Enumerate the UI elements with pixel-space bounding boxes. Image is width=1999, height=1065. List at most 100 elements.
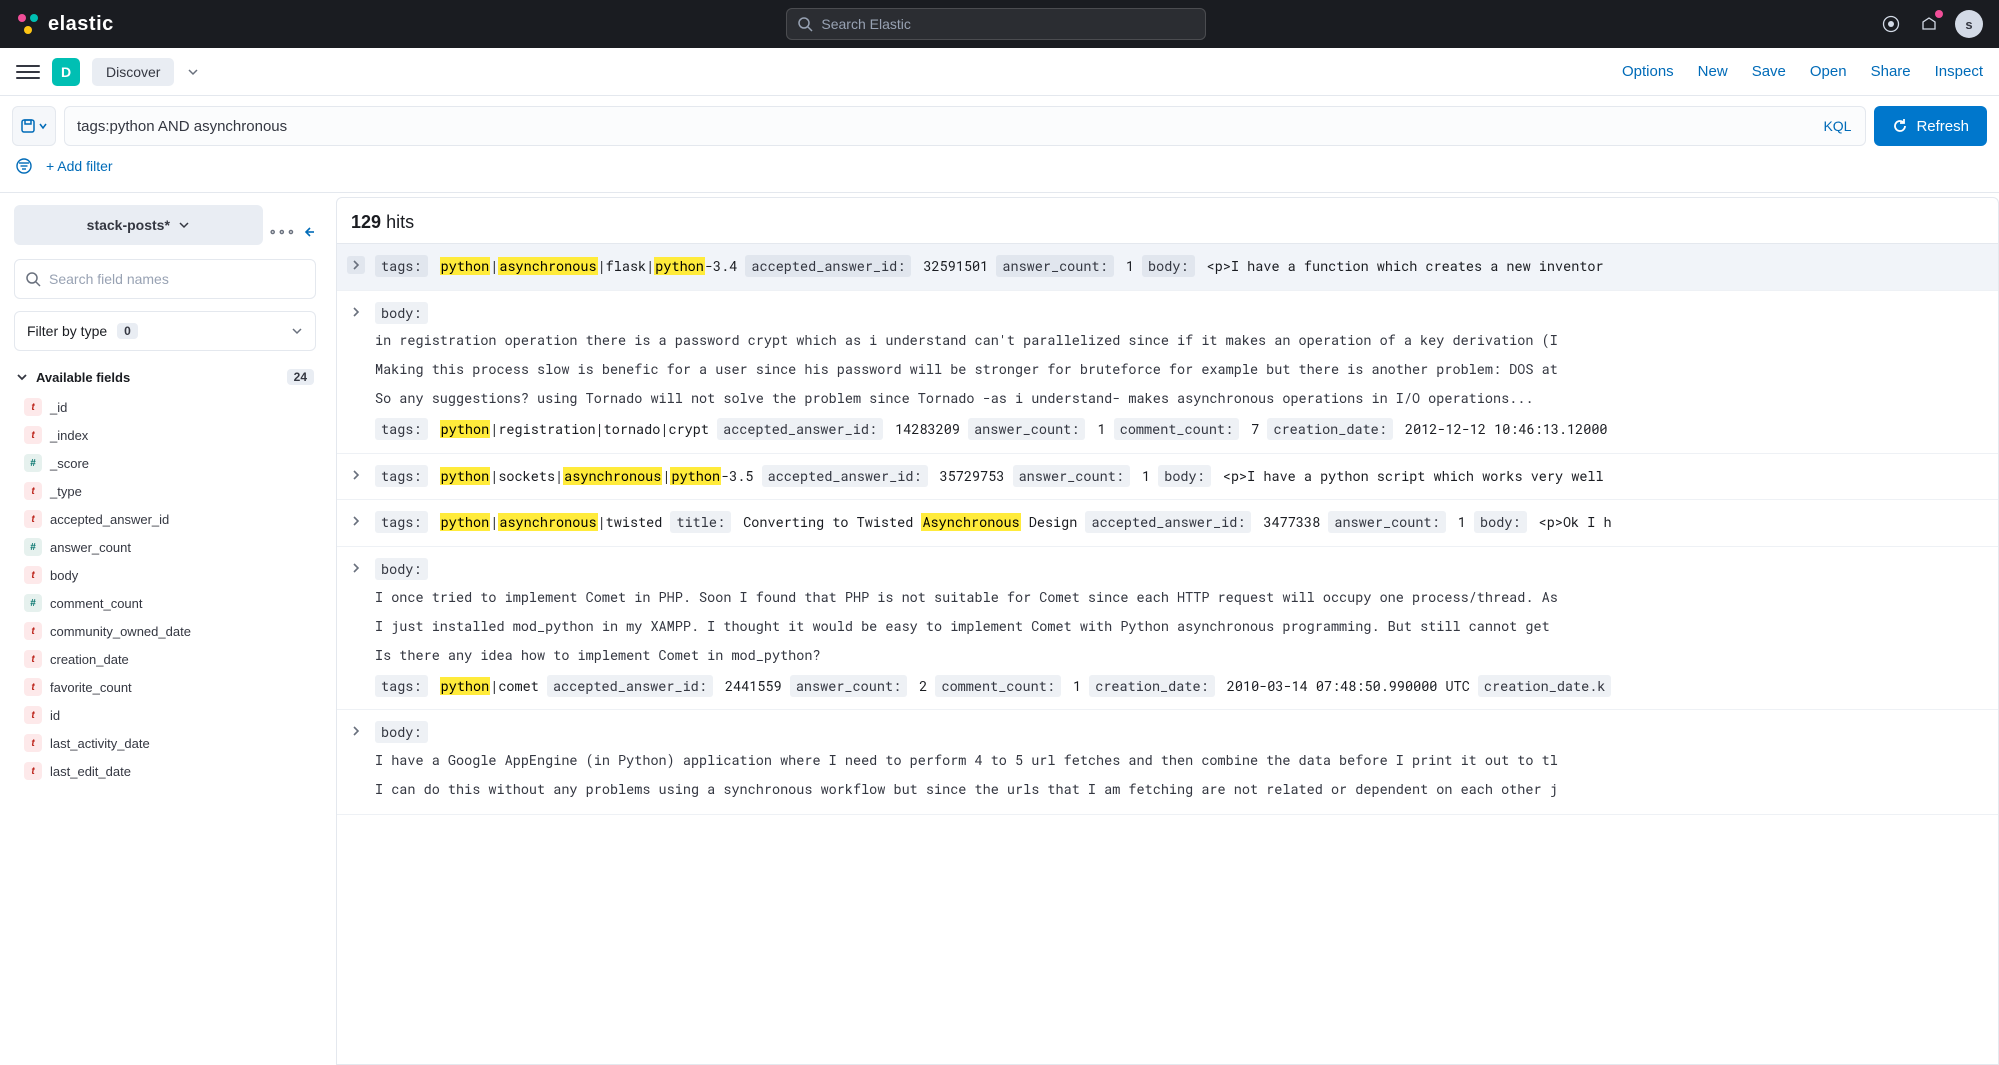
body-line: I can do this without any problems using…	[375, 775, 1986, 804]
collapse-sidebar-icon[interactable]	[302, 225, 316, 239]
action-inspect[interactable]: Inspect	[1935, 63, 1983, 80]
expand-row-icon[interactable]	[347, 303, 365, 321]
body-line: in registration operation there is a pas…	[375, 326, 1986, 355]
field-search-input[interactable]	[49, 271, 305, 287]
help-icon[interactable]	[1879, 12, 1903, 36]
text-type-icon: t	[24, 734, 42, 752]
field-label: tags:	[375, 675, 428, 697]
action-share[interactable]: Share	[1871, 63, 1911, 80]
field-list: t_idt_index#_scoret_typetaccepted_answer…	[14, 393, 316, 785]
field-label: comment_count:	[1114, 418, 1239, 440]
field-label: answer_count:	[1328, 511, 1445, 533]
filter-by-type[interactable]: Filter by type 0	[14, 311, 316, 351]
document-row[interactable]: body:in registration operation there is …	[337, 291, 1998, 454]
action-new[interactable]: New	[1698, 63, 1728, 80]
field-search[interactable]	[14, 259, 316, 299]
field-item-creation_date[interactable]: t creation_date	[14, 645, 316, 673]
refresh-icon	[1892, 118, 1908, 134]
refresh-button[interactable]: Refresh	[1874, 106, 1987, 146]
field-item-_index[interactable]: t_index	[14, 421, 316, 449]
chevron-down-icon	[178, 219, 190, 231]
results-header: 129 hits	[336, 197, 1999, 244]
field-item-last_activity_date[interactable]: tlast_activity_date	[14, 729, 316, 757]
query-input-wrap: KQL	[64, 106, 1866, 146]
document-row[interactable]: tags: python|asynchronous|twisted title:…	[337, 500, 1998, 547]
app-name-button[interactable]: Discover	[92, 58, 174, 86]
document-row[interactable]: body: I have a Google AppEngine (in Pytho…	[337, 710, 1998, 815]
query-input[interactable]	[65, 118, 1809, 135]
field-item-id[interactable]: tid	[14, 701, 316, 729]
field-label: tags:	[375, 511, 428, 533]
chevron-down-icon[interactable]	[186, 65, 200, 79]
field-item-_id[interactable]: t_id	[14, 393, 316, 421]
field-item-body[interactable]: tbody	[14, 561, 316, 589]
expand-row-icon[interactable]	[347, 256, 365, 274]
field-label: answer_count:	[790, 675, 907, 697]
body-line: So any suggestions? using Tornado will n…	[375, 384, 1986, 413]
elastic-logo[interactable]: elastic	[16, 12, 114, 36]
field-item-answer_count[interactable]: #answer_count	[14, 533, 316, 561]
filter-by-type-count: 0	[117, 323, 138, 339]
document-row[interactable]: tags: python|asynchronous|flask|python-3…	[337, 244, 1998, 291]
search-icon	[797, 16, 813, 32]
global-search[interactable]	[786, 8, 1206, 40]
field-label-body: body:	[375, 721, 428, 743]
field-label: accepted_answer_id:	[547, 675, 713, 697]
field-label: answer_count:	[1013, 465, 1130, 487]
add-filter-button[interactable]: + Add filter	[46, 158, 113, 174]
field-label: body:	[1474, 511, 1527, 533]
field-item-community_owned_date[interactable]: tcommunity_owned_date	[14, 617, 316, 645]
field-label-body: body:	[375, 558, 428, 580]
action-save[interactable]: Save	[1752, 63, 1786, 80]
field-name: community_owned_date	[50, 624, 191, 639]
text-type-icon: t	[24, 510, 42, 528]
field-item-accepted_answer_id[interactable]: taccepted_answer_id	[14, 505, 316, 533]
expand-row-icon[interactable]	[347, 512, 365, 530]
text-type-icon: t	[24, 650, 42, 668]
saved-query-button[interactable]	[12, 106, 56, 146]
filter-settings-icon[interactable]	[12, 154, 36, 178]
field-label: tags:	[375, 465, 428, 487]
available-fields-header[interactable]: Available fields 24	[14, 365, 316, 393]
expand-row-icon[interactable]	[347, 466, 365, 484]
nav-toggle-icon[interactable]	[16, 60, 40, 84]
user-avatar[interactable]: s	[1955, 10, 1983, 38]
field-item-favorite_count[interactable]: tfavorite_count	[14, 673, 316, 701]
field-item-_score[interactable]: #_score	[14, 449, 316, 477]
field-label: accepted_answer_id:	[717, 418, 883, 440]
number-type-icon: #	[24, 538, 42, 556]
field-item-comment_count[interactable]: #comment_count	[14, 589, 316, 617]
sidebar-options-icon[interactable]: ∘∘∘	[269, 224, 296, 240]
field-item-_type[interactable]: t_type	[14, 477, 316, 505]
field-label: accepted_answer_id:	[745, 255, 911, 277]
global-search-input[interactable]	[821, 16, 1195, 32]
field-label: tags:	[375, 255, 428, 277]
search-icon	[25, 271, 41, 287]
hits-number: 129	[351, 212, 381, 232]
header-icons: s	[1879, 10, 1983, 38]
query-language-button[interactable]: KQL	[1809, 118, 1865, 134]
field-name: last_edit_date	[50, 764, 131, 779]
field-name: _type	[50, 484, 82, 499]
field-label: body:	[1158, 465, 1211, 487]
top-actions: Options New Save Open Share Inspect	[1622, 63, 1983, 80]
field-name: creation_date	[50, 652, 129, 667]
save-icon	[20, 118, 36, 134]
documents-list[interactable]: tags: python|asynchronous|flask|python-3…	[336, 244, 1999, 1065]
text-type-icon: t	[24, 762, 42, 780]
field-item-last_edit_date[interactable]: t last_edit_date	[14, 757, 316, 785]
chevron-down-icon	[291, 325, 303, 337]
field-name: _id	[50, 400, 67, 415]
action-options[interactable]: Options	[1622, 63, 1674, 80]
number-type-icon: #	[24, 454, 42, 472]
body-line: I have a Google AppEngine (in Python) ap…	[375, 746, 1986, 775]
query-bar: KQL Refresh	[0, 96, 1999, 146]
expand-row-icon[interactable]	[347, 722, 365, 740]
document-row[interactable]: tags: python|sockets|asynchronous|python…	[337, 454, 1998, 501]
index-pattern-selector[interactable]: stack-posts*	[14, 205, 263, 245]
document-row[interactable]: body:I once tried to implement Comet in …	[337, 547, 1998, 710]
field-name: _index	[50, 428, 88, 443]
newsfeed-icon[interactable]	[1917, 12, 1941, 36]
expand-row-icon[interactable]	[347, 559, 365, 577]
action-open[interactable]: Open	[1810, 63, 1847, 80]
